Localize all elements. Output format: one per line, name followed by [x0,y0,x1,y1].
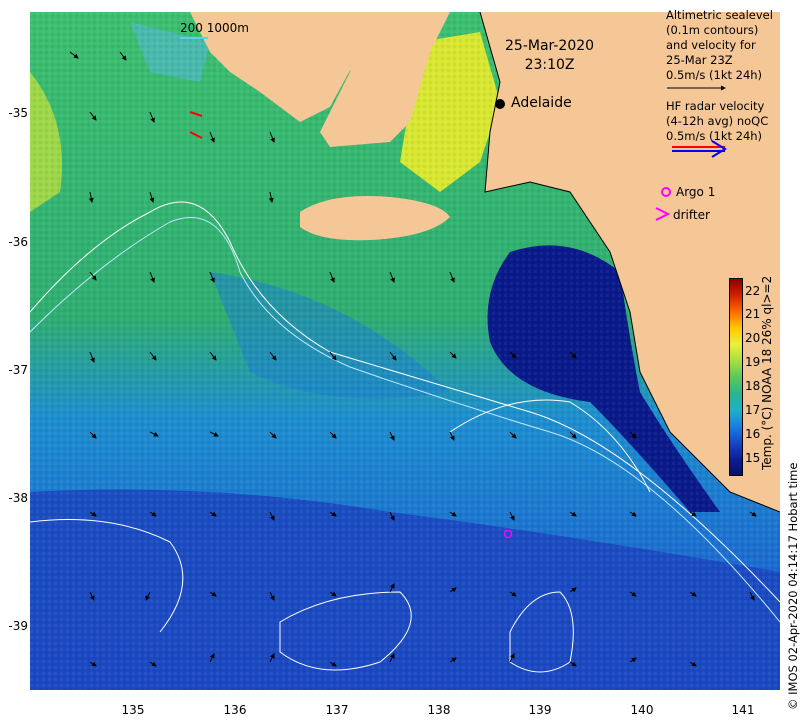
legend-line: 25-Mar 23Z [666,53,733,67]
altimetry-legend: Altimetric sealevel (0.1m contours) and … [666,8,773,83]
lat-tick-label: -35 [8,106,28,120]
scale-label: 200 1000m [180,21,249,35]
legend-line: (0.1m contours) [666,23,759,37]
hf-radar-legend: HF radar velocity (4-12h avg) noQC 0.5m/… [666,99,768,144]
legend-line: and velocity for [666,38,756,52]
temperature-colorbar [729,278,743,476]
colorbar-title: Temp. (°C) NOAA 18 26% ql>=2 [760,275,774,470]
legend-line: Altimetric sealevel [666,8,773,22]
adelaide-label: Adelaide [511,95,572,111]
lon-tick-label: 141 [731,703,755,717]
lat-tick-label: -38 [8,491,28,505]
legend-line: 0.5m/s (1kt 24h) [666,68,763,82]
date-text: 25-Mar-2020 [505,38,595,54]
lon-tick-label: 140 [630,703,654,717]
lon-tick-label: 139 [528,703,552,717]
lon-tick-label: 136 [223,703,247,717]
lon-tick-label: 138 [427,703,451,717]
legend-line: (4-12h avg) noQC [666,114,769,128]
drifter-legend-label: drifter [673,208,710,222]
lon-tick-label: 135 [121,703,145,717]
lat-tick-label: -37 [8,363,28,377]
lat-tick-label: -36 [8,235,28,249]
adelaide-marker [495,99,505,109]
argo-legend-label: Argo 1 [676,185,716,199]
legend-line: HF radar velocity [666,99,765,113]
lon-tick-label: 137 [325,703,349,717]
datetime-label: 25-Mar-2020 23:10Z [505,37,594,75]
credit-text: © IMOS 02-Apr-2020 04:14:17 Hobart time [786,462,800,710]
legend-line: 0.5m/s (1kt 24h) [666,129,763,143]
lat-tick-label: -39 [8,619,28,633]
time-text: 23:10Z [524,57,575,73]
